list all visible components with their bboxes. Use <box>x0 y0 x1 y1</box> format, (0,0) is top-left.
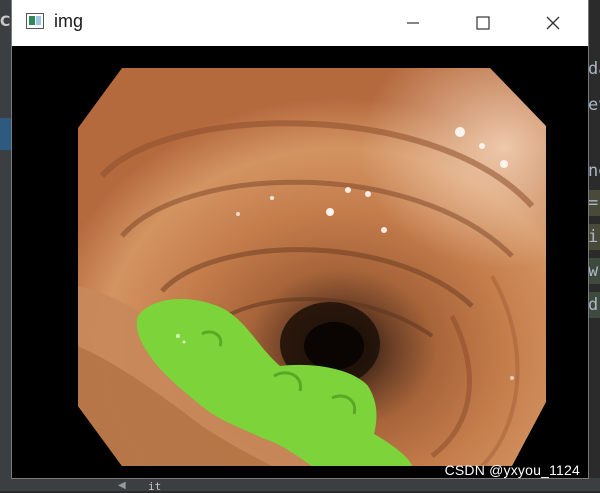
ide-right-strip: da ev ne = i w d <box>588 0 600 491</box>
close-button[interactable] <box>530 0 576 46</box>
watermark-text: CSDN @yxyou_1124 <box>444 462 580 478</box>
ide-selected-item[interactable] <box>0 118 12 150</box>
ide-bottom-fragment: it <box>148 480 162 493</box>
code-fragment: d <box>588 292 600 318</box>
minimize-icon <box>407 22 419 24</box>
image-canvas: CSDN @yxyou_1124 <box>12 46 588 478</box>
code-fragment: w <box>588 258 600 284</box>
code-fragment: = <box>588 190 600 216</box>
maximize-button[interactable] <box>460 0 506 46</box>
window-title: img <box>54 11 84 31</box>
ide-left-fragment: CE <box>0 14 12 30</box>
code-fragment: da <box>588 59 600 79</box>
image-app-icon <box>26 13 44 29</box>
code-fragment: ev <box>588 95 600 115</box>
code-fragment: ne <box>588 161 600 181</box>
image-window: img CSDN @yxyou_1124 <box>12 0 588 478</box>
endoscopy-image <box>78 68 546 466</box>
maximize-icon <box>476 16 490 30</box>
close-icon <box>546 16 560 30</box>
code-fragment: i <box>588 224 600 250</box>
ide-left-strip: CE <box>0 0 12 491</box>
title-bar[interactable]: img <box>12 0 588 46</box>
ide-bottom-strip: ◀ it <box>0 478 600 493</box>
expand-triangle-icon[interactable]: ◀ <box>118 480 126 491</box>
minimize-button[interactable] <box>390 0 436 46</box>
